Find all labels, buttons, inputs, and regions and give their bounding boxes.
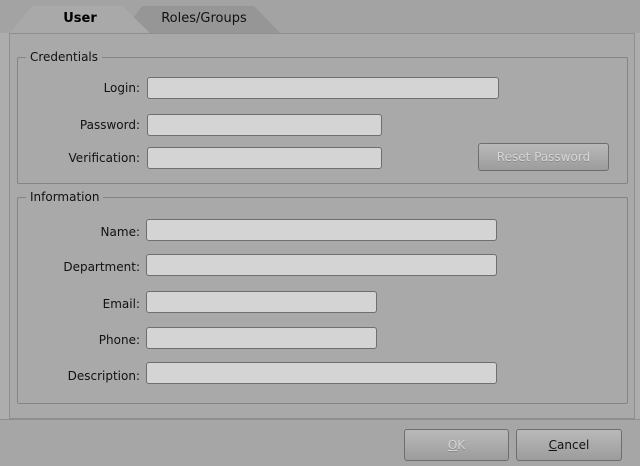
email-field[interactable] <box>146 291 377 313</box>
department-field[interactable] <box>146 254 497 276</box>
password-label: Password: <box>79 118 140 132</box>
tab-roles-groups-label: Roles/Groups <box>161 11 247 26</box>
cancel-label-rest: ancel <box>557 438 590 452</box>
cancel-mnemonic: C <box>548 438 558 452</box>
tab-bar: Roles/Groups User <box>0 0 640 33</box>
phone-label: Phone: <box>98 333 140 347</box>
information-legend: Information <box>30 190 100 204</box>
ok-label-rest: K <box>457 438 466 452</box>
tab-user-label: User <box>63 11 97 26</box>
tab-user[interactable]: User <box>10 6 150 33</box>
verification-label: Verification: <box>68 151 140 165</box>
verification-field[interactable] <box>147 147 382 169</box>
department-label: Department: <box>63 260 140 274</box>
cancel-button[interactable]: Cancel <box>516 429 622 461</box>
name-field[interactable] <box>146 219 497 241</box>
credentials-legend: Credentials <box>30 50 99 64</box>
description-label: Description: <box>67 369 140 383</box>
email-label: Email: <box>102 297 140 311</box>
ok-button[interactable]: OK <box>404 429 509 461</box>
dialog-footer: OK Cancel <box>0 419 640 466</box>
description-field[interactable] <box>146 362 497 384</box>
password-field[interactable] <box>147 114 382 136</box>
login-field[interactable] <box>147 77 499 99</box>
reset-password-button[interactable]: Reset Password <box>478 143 609 171</box>
ok-mnemonic: O <box>447 438 458 452</box>
footer-separator <box>0 419 640 420</box>
name-label: Name: <box>100 225 140 239</box>
phone-field[interactable] <box>146 327 377 349</box>
login-label: Login: <box>103 81 140 95</box>
